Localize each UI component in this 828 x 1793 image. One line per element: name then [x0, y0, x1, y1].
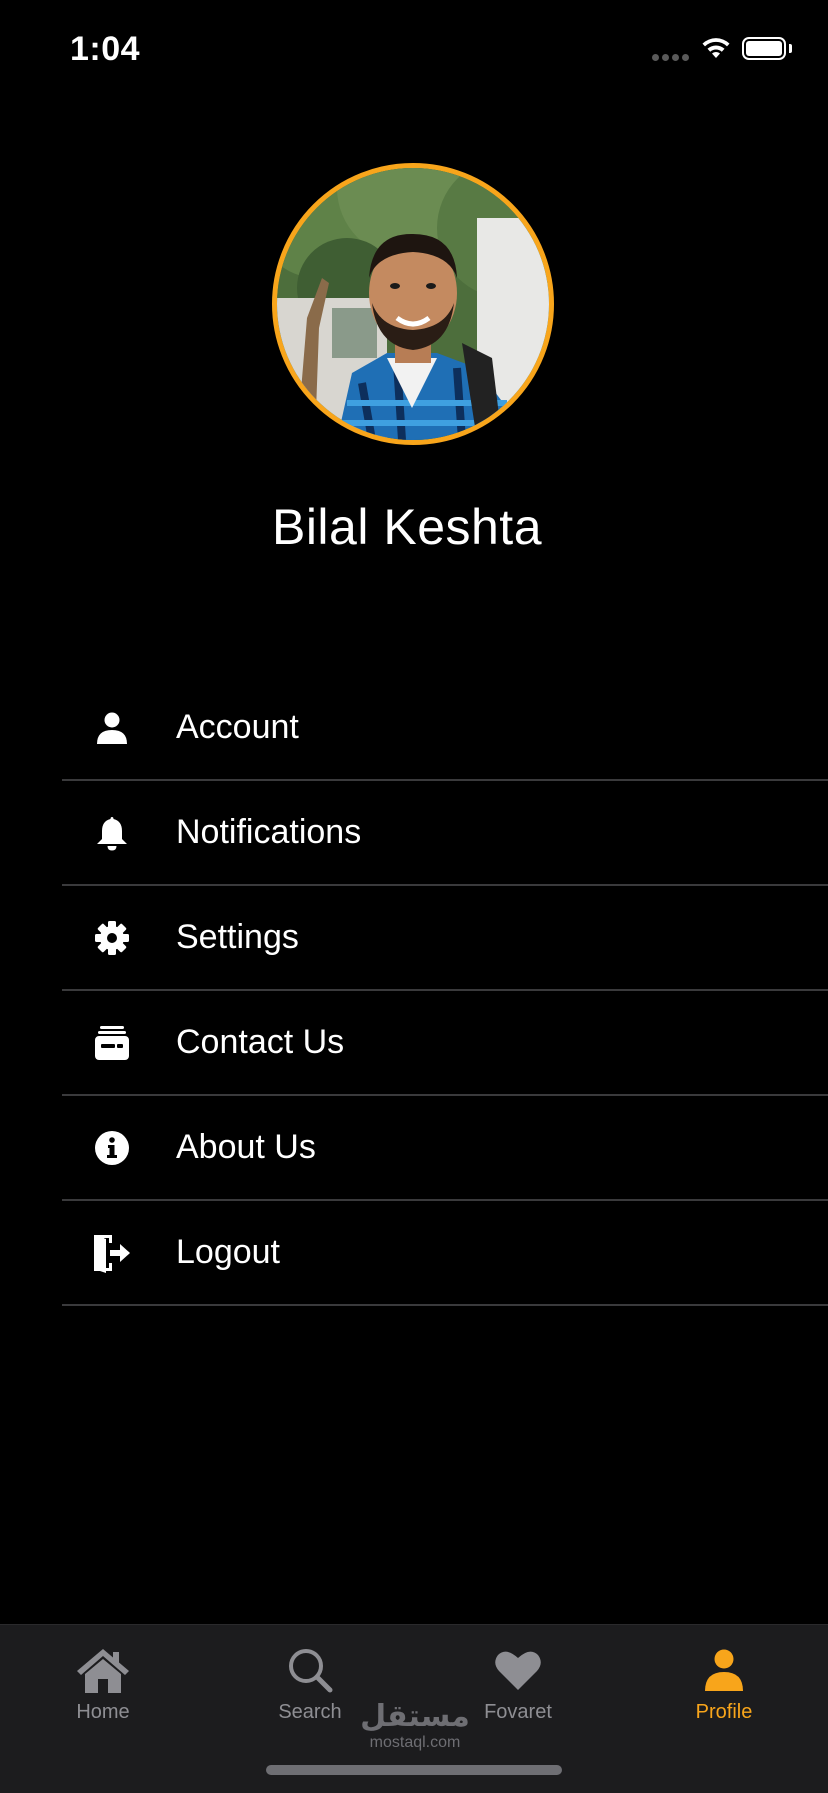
wifi-icon	[700, 36, 732, 65]
menu-item-contact-us[interactable]: Contact Us	[62, 991, 828, 1096]
menu-item-about-us[interactable]: About Us	[62, 1096, 828, 1201]
tab-profile[interactable]: Profile	[654, 1645, 794, 1724]
person-icon	[654, 1645, 794, 1695]
menu-item-label: About Us	[176, 1128, 316, 1166]
profile-name: Bilal Keshta	[271, 499, 543, 555]
watermark-arabic: مستقل	[360, 1699, 470, 1734]
tab-home[interactable]: Home	[33, 1645, 173, 1724]
gear-icon	[92, 918, 132, 958]
tab-label: Home	[76, 1701, 130, 1723]
menu-item-label: Settings	[176, 918, 299, 956]
wallet-icon	[92, 1023, 132, 1063]
avatar[interactable]	[272, 163, 554, 445]
home-icon	[33, 1645, 173, 1695]
heart-icon	[448, 1645, 588, 1695]
home-indicator[interactable]	[266, 1765, 562, 1775]
logout-icon	[92, 1233, 132, 1273]
info-icon	[92, 1128, 132, 1168]
menu-item-account[interactable]: Account	[62, 676, 828, 781]
menu-item-settings[interactable]: Settings	[62, 886, 828, 991]
tab-label: Profile	[695, 1701, 753, 1723]
bell-icon	[92, 813, 132, 853]
watermark: مستقل mostaql.com	[330, 1700, 500, 1752]
battery-icon	[742, 37, 786, 60]
menu-item-label: Notifications	[176, 813, 362, 851]
watermark-latin: mostaql.com	[369, 1734, 461, 1751]
menu-item-label: Contact Us	[176, 1023, 345, 1061]
menu-item-label: Account	[176, 708, 299, 746]
menu-item-notifications[interactable]: Notifications	[62, 781, 828, 886]
profile-menu: Account Notifications Settings Contact U…	[62, 676, 828, 1306]
menu-item-label: Logout	[176, 1233, 280, 1271]
status-bar: 1:04	[0, 0, 828, 100]
person-icon	[92, 708, 132, 748]
search-icon	[240, 1645, 380, 1695]
status-time: 1:04	[70, 30, 141, 68]
cellular-signal-icon	[652, 54, 689, 61]
menu-item-logout[interactable]: Logout	[62, 1201, 828, 1306]
